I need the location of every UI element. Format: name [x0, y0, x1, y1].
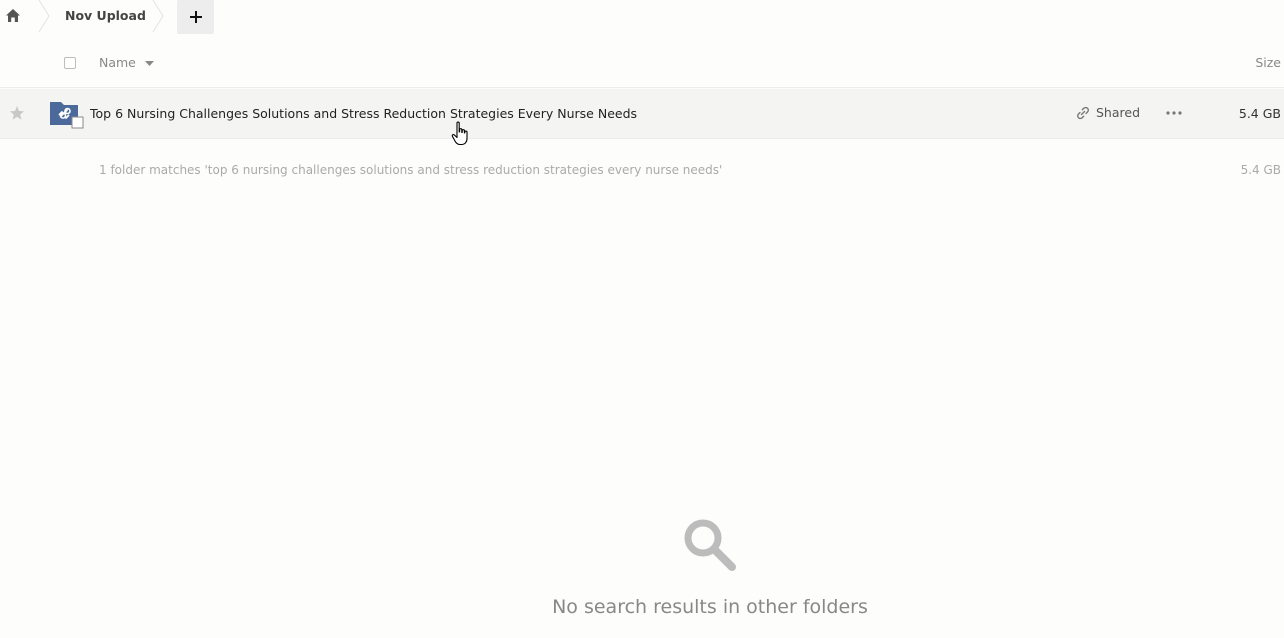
file-list-header: Name Size: [0, 38, 1284, 88]
more-actions-icon[interactable]: [1165, 106, 1183, 120]
breadcrumb-separator: [38, 0, 50, 32]
size-column-label[interactable]: Size: [1255, 55, 1281, 70]
breadcrumb-separator: [152, 0, 164, 32]
file-name[interactable]: Top 6 Nursing Challenges Solutions and S…: [90, 106, 637, 121]
breadcrumb: Nov Upload: [0, 0, 1284, 34]
sort-by-name-button[interactable]: Name: [99, 55, 154, 70]
new-button[interactable]: [177, 0, 214, 34]
summary-size: 5.4 GB: [1240, 163, 1281, 177]
search-summary: 1 folder matches 'top 6 nursing challeng…: [99, 163, 723, 177]
file-size: 5.4 GB: [1238, 106, 1281, 121]
select-all-checkbox[interactable]: [64, 57, 76, 69]
shared-folder-icon: [50, 102, 84, 129]
name-column-label: Name: [99, 55, 136, 70]
star-icon[interactable]: [9, 105, 25, 121]
link-icon: [1077, 106, 1089, 119]
table-row[interactable]: Top 6 Nursing Challenges Solutions and S…: [0, 89, 1284, 139]
shared-button[interactable]: Shared: [1076, 105, 1140, 120]
files-app: Nov Upload Name Size Top 6 Nursing Chall…: [0, 0, 1284, 638]
search-icon: [684, 519, 736, 571]
shared-label: Shared: [1096, 105, 1141, 120]
home-icon[interactable]: [4, 6, 22, 24]
plus-icon: [189, 11, 202, 23]
breadcrumb-current-folder[interactable]: Nov Upload: [65, 8, 146, 23]
sort-down-icon: [144, 55, 154, 70]
empty-state-message: No search results in other folders: [552, 596, 868, 618]
